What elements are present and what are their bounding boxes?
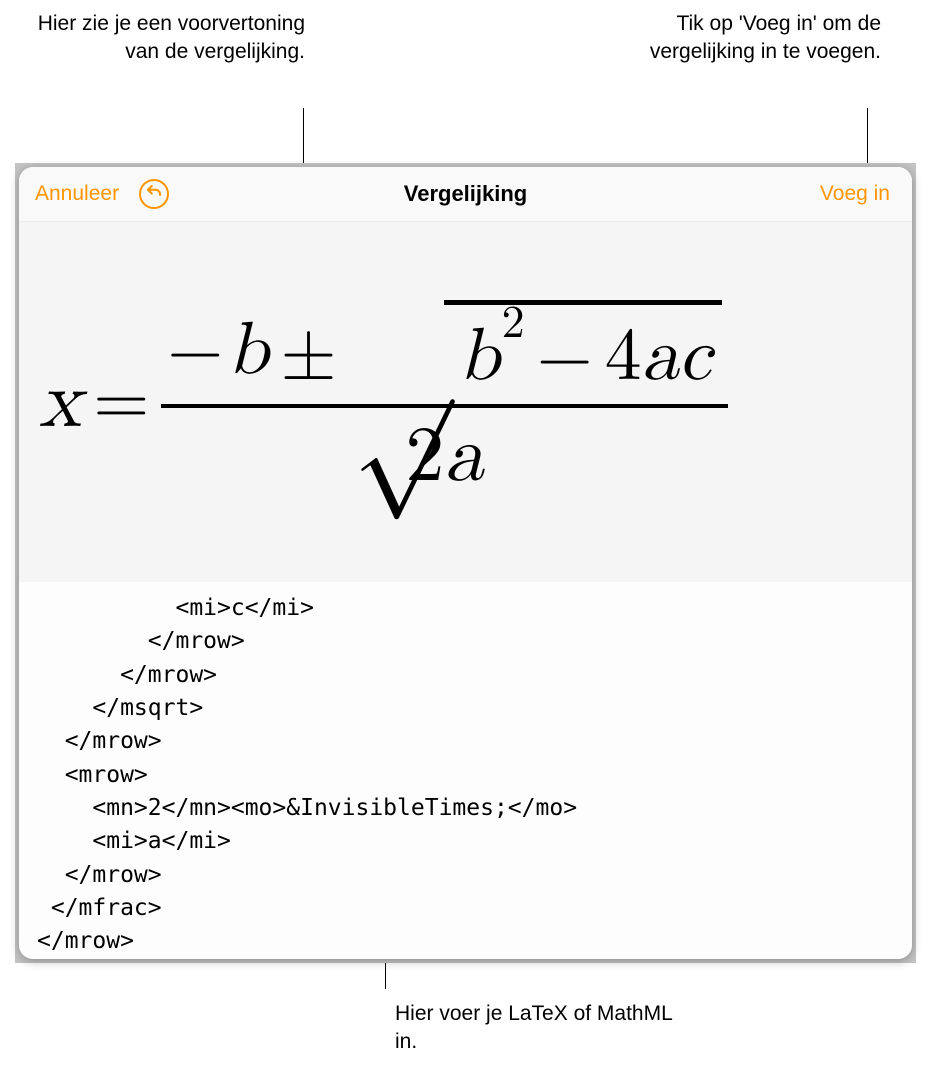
undo-icon [145,183,163,206]
rendered-equation: x = − b ± √ b 2 − 4 [39,300,728,504]
eq-equals: = [81,359,161,445]
app-frame: Annuleer Vergelijking Voeg in x [15,163,916,963]
code-content: <mi>c</mi> </mrow> </mrow> </msqrt> </mr… [37,595,577,959]
insert-button[interactable]: Voeg in [820,182,890,206]
eq-numerator: − b ± √ b 2 − 4 a c [161,300,727,402]
popup-title: Vergelijking [404,181,528,207]
eq-sqrt: √ b 2 − 4 a c [353,300,722,402]
eq-var-x: x [39,354,81,450]
callout-preview: Hier zie je een voorvertoning van de ver… [10,10,305,67]
cancel-button[interactable]: Annuleer [35,182,119,206]
eq-var-c: c [679,313,712,402]
eq-var-a: a [642,313,679,402]
eq-fraction: − b ± √ b 2 − 4 a c [161,300,727,504]
callout-code: Hier voer je LaTeX of MathML in. [395,1000,695,1057]
callout-insert: Tik op 'Voeg in' om de vergelijking in t… [581,10,881,67]
undo-button[interactable] [139,179,169,209]
eq-minus: − [167,308,227,394]
equation-preview: x = − b ± √ b 2 − 4 [19,222,912,582]
eq-num-4: 4 [605,313,642,402]
eq-radicand: b 2 − 4 a c [444,300,721,402]
eq-var-b: b [227,307,268,396]
code-input-area[interactable]: <mi>c</mi> </mrow> </mrow> </msqrt> </mr… [19,582,912,959]
eq-minus2: − [525,315,605,401]
eq-var-b2: b [458,313,499,402]
eq-sup-2: 2 [502,296,525,351]
leader-line [867,108,868,163]
popup-header: Annuleer Vergelijking Voeg in [19,167,912,222]
radical-icon: √ [353,326,453,428]
equation-editor-popup: Annuleer Vergelijking Voeg in x [19,167,912,959]
eq-plusminus: ± [268,308,348,394]
code-text: <mi>c</mi> </mrow> </mrow> </msqrt> </mr… [37,592,894,959]
